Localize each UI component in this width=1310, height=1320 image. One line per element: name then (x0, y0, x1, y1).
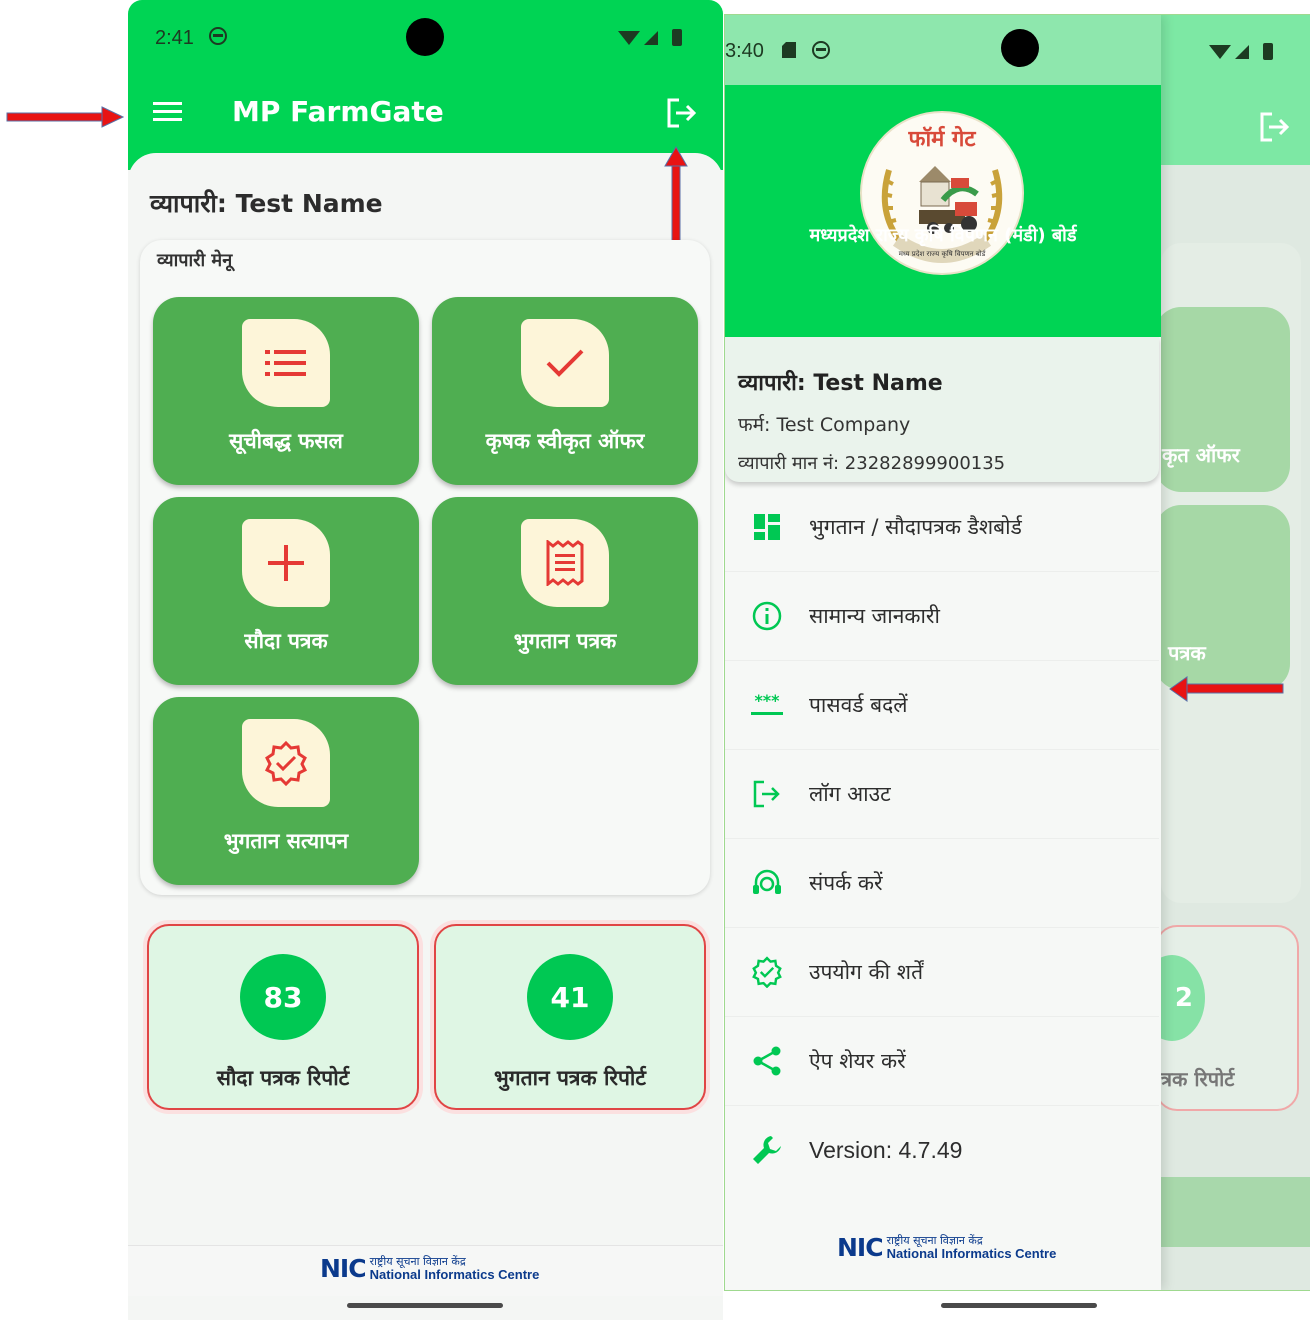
nic-logo: NIC राष्ट्रीय सूचना विज्ञान केंद्र Natio… (837, 1233, 1056, 1262)
drawer-item-contact[interactable]: संपर्क करें (725, 839, 1159, 928)
logout-icon (725, 780, 809, 808)
camera-cutout (1001, 29, 1039, 67)
nic-mark: NIC (320, 1254, 367, 1283)
board-title: मध्यप्रदेश राज्य कृषि विपणन (मंडी) बोर्ड (809, 225, 1077, 246)
report-count: 83 (240, 954, 326, 1040)
tile-farmer-accepted-offer[interactable]: कृषक स्वीकृत ऑफर (432, 297, 698, 485)
drawer-item-terms[interactable]: उपयोग की शर्तें (725, 928, 1159, 1017)
farmgate-logo: फॉर्म गेट मध्य प्रदेश राज्य कृषि विपणन ब… (859, 110, 1025, 280)
drawer-item-label: पासवर्ड बदलें (809, 693, 908, 717)
camera-cutout (406, 18, 444, 56)
svg-text:***: *** (754, 693, 780, 710)
ghost-bottom-band (1161, 1177, 1310, 1247)
tile-deal-slip[interactable]: सौदा पत्रक (153, 497, 419, 685)
password-icon: *** (725, 693, 809, 717)
profile-trader-name: व्यापारी: Test Name (738, 371, 943, 396)
drawer-item-label: सामान्य जानकारी (809, 604, 940, 628)
profile-firm: फर्म: Test Company (738, 414, 911, 436)
drawer-item-dashboard[interactable]: भुगतान / सौदापत्रक डैशबोर्ड (725, 483, 1159, 572)
tile-label: भुगतान सत्यापन (223, 829, 349, 853)
drawer-item-label: उपयोग की शर्तें (809, 960, 924, 984)
annotation-arrow-menu (6, 106, 125, 132)
ghost-tile-label: पत्रक (1168, 641, 1206, 665)
logo-text: फॉर्म गेट (908, 125, 977, 152)
drawer-item-label: संपर्क करें (809, 871, 883, 895)
gesture-nav-bar[interactable] (941, 1303, 1097, 1308)
check-icon (521, 319, 609, 407)
trader-name-heading: व्यापारी: Test Name (150, 189, 383, 218)
hamburger-menu-icon[interactable] (153, 100, 183, 128)
annotation-arrow-drawer (1169, 675, 1285, 707)
drawer-item-label: लॉग आउट (809, 782, 891, 806)
plus-icon (242, 519, 330, 607)
info-icon (725, 601, 809, 631)
tile-payment-verification[interactable]: भुगतान सत्यापन (153, 697, 419, 885)
drawer-item-logout[interactable]: लॉग आउट (725, 750, 1159, 839)
drawer-item-general-info[interactable]: सामान्य जानकारी (725, 572, 1159, 661)
report-label: भुगतान पत्रक रिपोर्ट (494, 1066, 646, 1090)
tile-label: कृषक स्वीकृत ऑफर (485, 429, 645, 453)
drawer-item-change-password[interactable]: *** पासवर्ड बदलें (725, 661, 1159, 750)
trader-menu-panel: व्यापारी मेनू सूचीबद्ध फसल कृषक स्वीकृत … (140, 240, 710, 895)
logout-icon[interactable] (665, 97, 699, 133)
nic-logo: NIC राष्ट्रीय सूचना विज्ञान केंद्र Natio… (320, 1254, 539, 1283)
phone-screen-home: 2:41 MP FarmGate व्यापारी: Test Name व्य… (128, 0, 723, 1320)
drawer-header: फॉर्म गेट मध्य प्रदेश राज्य कृषि विपणन ब… (725, 85, 1161, 337)
status-indicators-icon (1209, 41, 1277, 67)
receipt-icon (521, 519, 609, 607)
status-time: 2:41 (155, 27, 194, 49)
nic-mark: NIC (837, 1233, 884, 1262)
ghost-report-label: त्रक रिपोर्ट (1161, 1067, 1235, 1091)
logout-icon-dimmed (1258, 111, 1292, 147)
ghost-tile-label: कृत ऑफर (1162, 443, 1240, 467)
support-agent-icon (725, 868, 809, 898)
status-app-icon (811, 40, 831, 64)
report-card-deal-slip[interactable]: 83 सौदा पत्रक रिपोर्ट (147, 924, 419, 1110)
app-title: MP FarmGate (232, 95, 444, 128)
status-app-icon (208, 26, 228, 50)
list-icon (242, 319, 330, 407)
drawer-item-version: Version: 4.7.49 (725, 1106, 1159, 1194)
status-time: 3:40 (725, 40, 764, 62)
dashboard-icon (725, 513, 809, 541)
tile-payment-slip[interactable]: भुगतान पत्रक (432, 497, 698, 685)
menu-panel-title: व्यापारी मेनू (157, 250, 233, 271)
gesture-nav-bar[interactable] (347, 1303, 503, 1308)
verified-badge-icon (725, 956, 809, 988)
drawer-item-label: ऐप शेयर करें (809, 1049, 906, 1073)
logo-ring-text: मध्य प्रदेश राज्य कृषि विपणन बोर्ड (899, 249, 987, 258)
tile-label: भुगतान पत्रक (513, 629, 617, 653)
status-indicators-icon (618, 27, 686, 53)
verified-badge-icon (242, 719, 330, 807)
tile-label: सूचीबद्ध फसल (229, 429, 343, 453)
nic-english-text: National Informatics Centre (369, 1267, 540, 1282)
tile-listed-crops[interactable]: सूचीबद्ध फसल (153, 297, 419, 485)
tile-label: सौदा पत्रक (244, 629, 328, 653)
share-icon (725, 1046, 809, 1076)
report-count: 41 (527, 954, 613, 1040)
drawer-item-label: भुगतान / सौदापत्रक डैशबोर्ड (809, 515, 1022, 539)
report-label: सौदा पत्रक रिपोर्ट (216, 1066, 350, 1090)
sd-card-icon (781, 41, 797, 63)
nic-english-text: National Informatics Centre (886, 1246, 1057, 1261)
drawer-item-label: Version: 4.7.49 (809, 1136, 963, 1163)
footer: NIC राष्ट्रीय सूचना विज्ञान केंद्र Natio… (128, 1245, 723, 1296)
wrench-icon (725, 1133, 809, 1167)
profile-card: व्यापारी: Test Name फर्म: Test Company व… (725, 337, 1159, 482)
phone-screen-drawer: कृत ऑफर पत्रक 2 त्रक रिपोर्ट 3:40 फॉर्म … (724, 14, 1310, 1291)
navigation-drawer: 3:40 फॉर्म गेट मध्य प्रदेश राज्य कृषि वि… (725, 15, 1161, 1290)
profile-license-number: व्यापारी मान नं: 23282899900135 (738, 453, 1006, 474)
drawer-item-share-app[interactable]: ऐप शेयर करें (725, 1017, 1159, 1106)
report-card-payment-slip[interactable]: 41 भुगतान पत्रक रिपोर्ट (434, 924, 706, 1110)
